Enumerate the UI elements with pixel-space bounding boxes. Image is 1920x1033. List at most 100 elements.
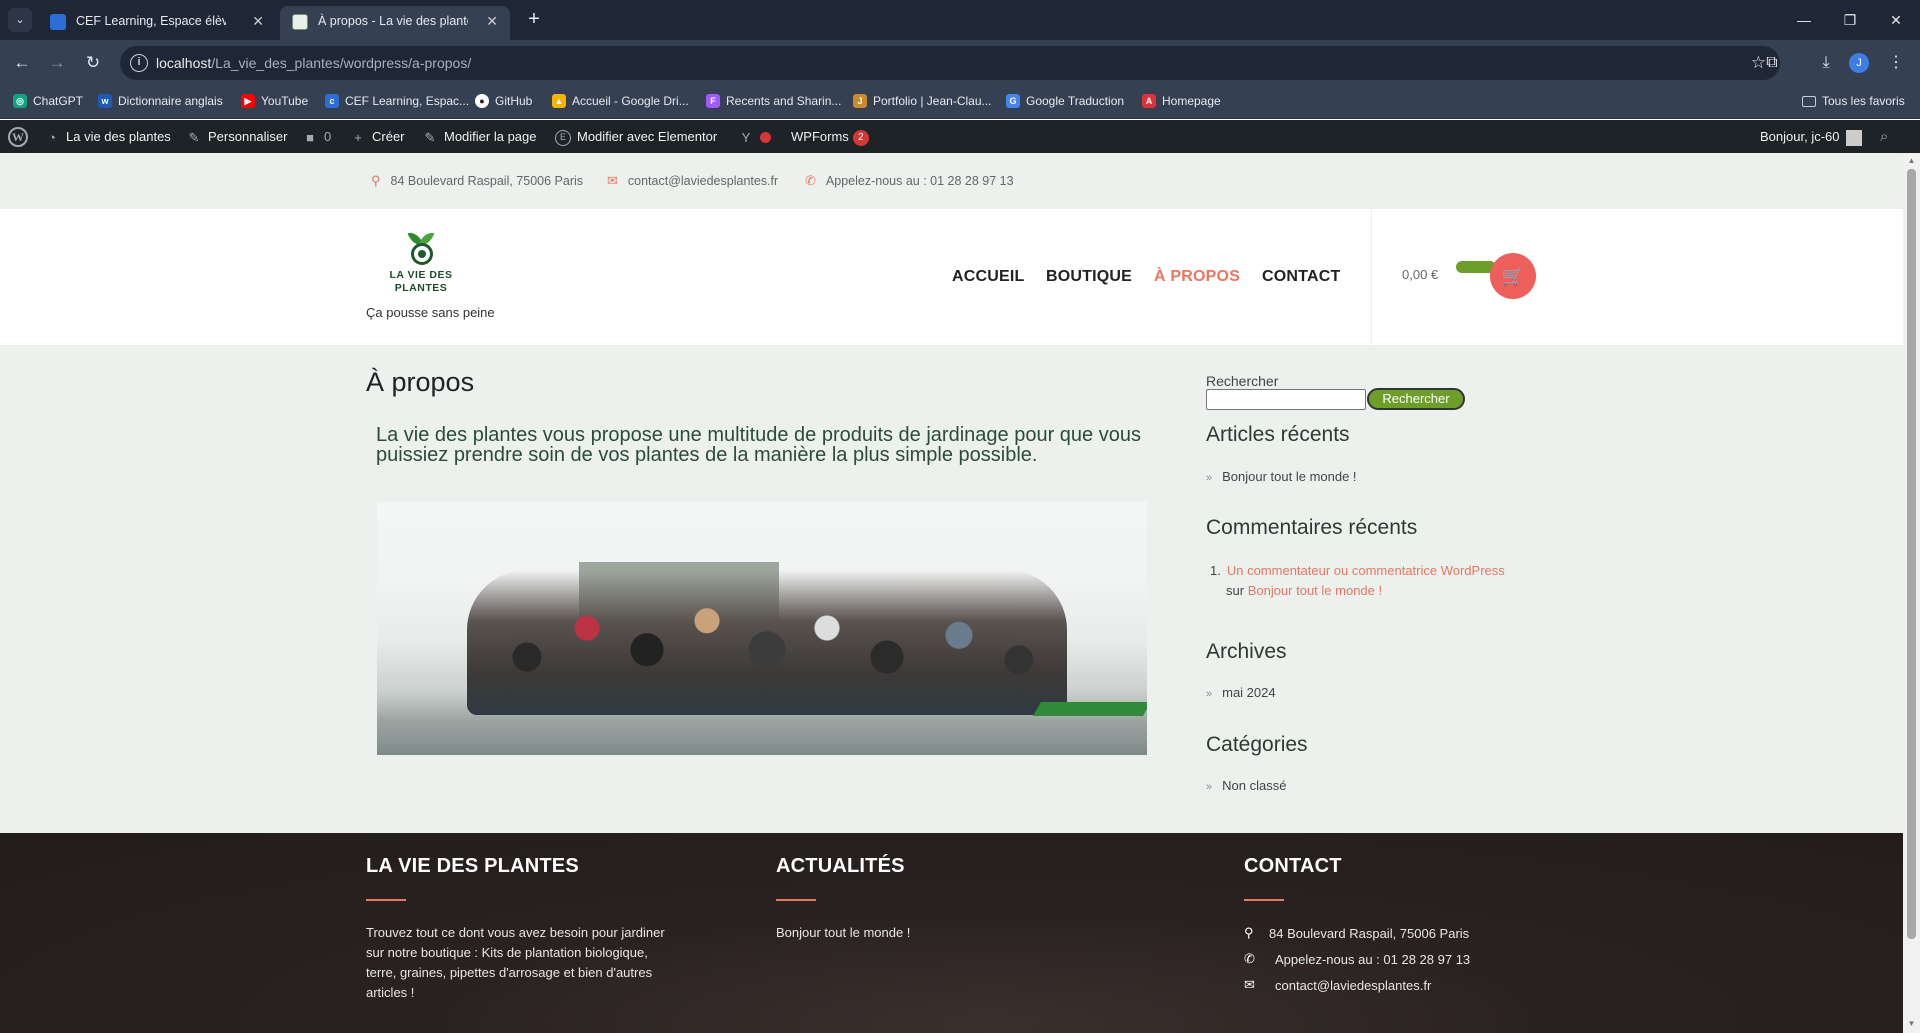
admin-site-name[interactable]: ◔ La vie des plantes xyxy=(44,120,171,153)
admin-search-icon[interactable]: ⌕ xyxy=(1880,120,1888,153)
bookmark-portfolio[interactable]: J Portfolio | Jean-Clau... xyxy=(853,86,992,116)
restore-button[interactable]: ❐ xyxy=(1827,0,1873,40)
intro-text: La vie des plantes vous propose une mult… xyxy=(376,424,1141,466)
profile-avatar[interactable]: J xyxy=(1849,53,1869,73)
admin-edit-label: Modifier la page xyxy=(444,129,537,144)
cart-button[interactable]: 🛒 xyxy=(1490,253,1536,299)
page-scrollbar[interactable]: ▲ ▼ xyxy=(1903,153,1920,1033)
bookmarks-bar: ◎ ChatGPT w Dictionnaire anglais ▶ YouTube … xyxy=(0,86,1920,119)
header-divider xyxy=(1371,209,1372,345)
photo-crowd xyxy=(467,570,1067,715)
wp-admin-bar: W ◔ La vie des plantes ✎ Personnaliser ■ 0 … xyxy=(0,120,1920,153)
bookmark-label: ChatGPT xyxy=(33,94,84,108)
topbar-email[interactable]: ✉ contact@laviedesplantes.fr xyxy=(607,153,778,209)
site-favicon-icon xyxy=(292,14,308,30)
bookmark-chatgpt[interactable]: ◎ ChatGPT xyxy=(13,86,83,116)
admin-wpforms[interactable]: WPForms 2 xyxy=(791,120,869,153)
forward-button[interactable]: → xyxy=(43,49,71,77)
scrollbar-thumb[interactable] xyxy=(1907,169,1916,939)
google-translate-icon: G xyxy=(1006,94,1020,108)
new-tab-button[interactable]: + xyxy=(520,6,548,34)
scroll-down-arrow-icon[interactable]: ▼ xyxy=(1907,1019,1916,1028)
tab-cef-learning[interactable]: CEF Learning, Espace élève du C ✕ xyxy=(38,6,276,40)
envelope-icon: ✉ xyxy=(607,173,618,188)
extensions-icon[interactable]: ⧉ xyxy=(1758,49,1786,77)
nav-contact[interactable]: CONTACT xyxy=(1262,209,1340,345)
footer-news-title: ACTUALITÉS xyxy=(776,855,905,877)
chevron-right-icon: » xyxy=(1206,781,1213,793)
scroll-up-arrow-icon[interactable]: ▲ xyxy=(1907,156,1916,165)
cart-icon: 🛒 xyxy=(1501,266,1525,286)
nav-boutique[interactable]: BOUTIQUE xyxy=(1046,209,1132,345)
comment-author-link[interactable]: Un commentateur ou commentatrice WordPre… xyxy=(1227,563,1505,578)
chevron-right-icon: » xyxy=(1206,688,1213,700)
topbar-phone-text: Appelez-nous au : 01 28 28 97 13 xyxy=(825,174,1014,188)
address-bar[interactable]: i localhost/La_vie_des_plantes/wordpress… xyxy=(120,46,1780,80)
cef-favicon-icon xyxy=(50,14,66,30)
contact-topbar: ⚲ 84 Boulevard Raspail, 75006 Paris ✉ cont… xyxy=(0,153,1903,209)
recent-post-label: Bonjour tout le monde ! xyxy=(1222,469,1357,484)
topbar-address-text: 84 Boulevard Raspail, 75006 Paris xyxy=(390,174,584,188)
tab-title: À propos - La vie des plantes xyxy=(318,14,468,28)
youtube-icon: ▶ xyxy=(241,94,255,108)
admin-account[interactable]: Bonjour, jc-60 xyxy=(1760,120,1862,153)
archive-label: mai 2024 xyxy=(1222,685,1276,700)
bookmark-label: Portfolio | Jean-Clau... xyxy=(873,94,992,108)
tab-search-button[interactable]: ⌄ xyxy=(8,8,32,32)
admin-new[interactable]: + Créer xyxy=(350,120,404,153)
window-close-button[interactable]: ✕ xyxy=(1873,0,1919,40)
tab-close-icon[interactable]: ✕ xyxy=(252,6,264,36)
minimize-button[interactable]: — xyxy=(1781,0,1827,40)
back-button[interactable]: ← xyxy=(8,49,36,77)
cart-amount[interactable]: 0,00 € xyxy=(1402,267,1438,282)
tab-a-propos[interactable]: À propos - La vie des plantes ✕ xyxy=(280,6,510,40)
footer-news-post[interactable]: Bonjour tout le monde ! xyxy=(776,923,910,943)
bookmark-label: Google Traduction xyxy=(1026,94,1125,108)
bookmark-google-traduction[interactable]: G Google Traduction xyxy=(1006,86,1124,116)
nav-a-propos[interactable]: À PROPOS xyxy=(1154,209,1240,345)
site-tagline: Ça pousse sans peine xyxy=(366,305,495,320)
comment-icon: ■ xyxy=(306,129,314,145)
admin-yoast[interactable]: Y xyxy=(738,120,771,153)
recent-post-item[interactable]: » Bonjour tout le monde ! xyxy=(1206,469,1357,484)
search-button[interactable]: Rechercher xyxy=(1367,388,1465,410)
admin-edit-page[interactable]: ✎ Modifier la page xyxy=(422,120,537,153)
archive-item[interactable]: » mai 2024 xyxy=(1206,685,1276,700)
bookmark-github[interactable]: ● GitHub xyxy=(475,86,532,116)
elementor-icon: E xyxy=(555,129,571,146)
nav-accueil[interactable]: ACCUEIL xyxy=(952,209,1025,345)
photo-grass xyxy=(1032,702,1147,716)
bookmark-youtube[interactable]: ▶ YouTube xyxy=(241,86,308,116)
bookmark-dictionnaire[interactable]: w Dictionnaire anglais xyxy=(98,86,223,116)
chevron-right-icon: » xyxy=(1206,472,1213,484)
bookmark-cef[interactable]: c CEF Learning, Espac... xyxy=(325,86,469,116)
footer-divider xyxy=(1244,899,1284,901)
logo-line-1: LA VIE DES xyxy=(389,269,453,281)
all-bookmarks-folder[interactable]: Tous les favoris xyxy=(1802,86,1905,116)
phone-icon: ✆ xyxy=(805,173,816,188)
comment-number: 1. xyxy=(1210,563,1221,578)
reload-button[interactable]: ↻ xyxy=(79,49,107,77)
dashboard-icon: ◔ xyxy=(48,129,56,145)
footer-email[interactable]: contact@laviedesplantes.fr xyxy=(1275,976,1431,996)
recent-posts-title: Articles récents xyxy=(1206,423,1350,446)
admin-comments[interactable]: ■ 0 xyxy=(302,120,331,153)
admin-customize-label: Personnaliser xyxy=(208,129,288,144)
menu-icon[interactable]: ⋮ xyxy=(1882,49,1910,77)
search-input[interactable] xyxy=(1206,389,1366,410)
site-logo[interactable]: LA VIE DES PLANTES xyxy=(366,229,476,295)
site-info-icon[interactable]: i xyxy=(130,54,148,72)
wordpress-logo-icon[interactable]: W xyxy=(8,127,28,147)
tab-close-icon[interactable]: ✕ xyxy=(486,6,498,36)
admin-customize[interactable]: ✎ Personnaliser xyxy=(186,120,288,153)
bookmark-homepage[interactable]: A Homepage xyxy=(1142,86,1221,116)
bookmark-label: Tous les favoris xyxy=(1822,94,1905,108)
chatgpt-icon: ◎ xyxy=(13,94,27,108)
category-item[interactable]: » Non classé xyxy=(1206,778,1286,793)
admin-elementor[interactable]: E Modifier avec Elementor xyxy=(555,120,717,153)
seo-status-dot xyxy=(760,132,771,144)
bookmark-google-drive[interactable]: ▲ Accueil - Google Dri... xyxy=(552,86,689,116)
downloads-icon[interactable]: ⤓ xyxy=(1812,49,1840,77)
bookmark-figma[interactable]: F Recents and Sharin... xyxy=(706,86,841,116)
comment-post-link[interactable]: Bonjour tout le monde ! xyxy=(1248,583,1382,598)
